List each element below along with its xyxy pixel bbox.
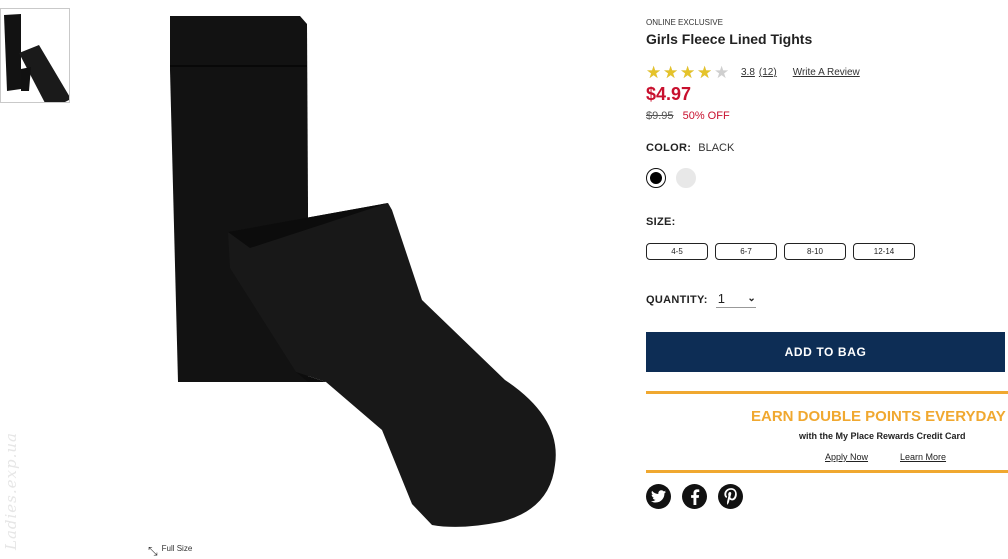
size-options: 4-5 6-7 8-10 12-14	[646, 243, 922, 260]
quantity-value: 1	[717, 291, 726, 306]
star-icon: ★★	[714, 63, 730, 82]
thumbnail-image[interactable]	[0, 8, 70, 103]
write-review-link[interactable]: Write A Review	[793, 67, 860, 78]
quantity-select[interactable]: 1 ⌄	[715, 291, 756, 308]
add-to-bag-button[interactable]: ADD TO BAG	[646, 332, 1005, 372]
color-value: BLACK	[698, 142, 735, 154]
rating-row: ★★★★★★★★★★ 3.8 (12) Write A Review	[646, 64, 860, 81]
review-count-link[interactable]: (12)	[759, 67, 777, 78]
star-icon: ★★	[697, 63, 713, 82]
discount-label: 50% OFF	[682, 110, 730, 122]
swatch-black[interactable]	[646, 168, 666, 188]
chevron-down-icon: ⌄	[747, 293, 756, 304]
expand-icon: ⤡	[148, 544, 158, 558]
pinterest-icon[interactable]	[718, 484, 743, 509]
product-details: ONLINE EXCLUSIVE Girls Fleece Lined Tigh…	[646, 0, 1008, 559]
facebook-icon[interactable]	[682, 484, 707, 509]
quantity-row: QUANTITY: 1 ⌄	[646, 291, 756, 308]
original-price: $9.95	[646, 110, 674, 122]
color-swatches	[646, 168, 706, 188]
star-rating: ★★★★★★★★★★	[646, 64, 731, 81]
quantity-label: QUANTITY:	[646, 293, 708, 306]
size-button-4-5[interactable]: 4-5	[646, 243, 708, 260]
product-title: Girls Fleece Lined Tights	[646, 31, 813, 47]
product-main-image	[150, 10, 570, 535]
color-label: COLOR:	[646, 142, 692, 154]
online-exclusive-label: ONLINE EXCLUSIVE	[646, 18, 723, 27]
promo-subline: with the My Place Rewards Credit Card	[799, 431, 966, 441]
watermark: Ladies.exp.ua	[2, 432, 20, 550]
size-button-8-10[interactable]: 8-10	[784, 243, 846, 260]
tights-image-graphic	[170, 16, 556, 527]
tights-thumbnail-graphic	[4, 14, 69, 102]
sale-price: $4.97	[646, 84, 692, 104]
star-icon: ★★	[680, 63, 696, 82]
star-icon: ★★	[663, 63, 679, 82]
social-share	[646, 484, 754, 509]
size-button-6-7[interactable]: 6-7	[715, 243, 777, 260]
twitter-icon[interactable]	[646, 484, 671, 509]
learn-more-link[interactable]: Learn More	[900, 452, 946, 462]
size-button-12-14[interactable]: 12-14	[853, 243, 915, 260]
promo-headline: EARN DOUBLE POINTS EVERYDAY	[751, 408, 1006, 425]
swatch-white[interactable]	[676, 168, 696, 188]
full-size-label: Full Size	[161, 544, 193, 553]
full-size-button[interactable]: ⤡ Full Size	[148, 544, 192, 559]
original-price-row: $9.95 50% OFF	[646, 110, 730, 122]
rating-value-link[interactable]: 3.8	[741, 67, 755, 78]
star-icon: ★★	[646, 63, 662, 82]
size-label: SIZE:	[646, 216, 676, 228]
color-row: COLOR: BLACK	[646, 142, 734, 154]
apply-now-link[interactable]: Apply Now	[825, 452, 868, 462]
rewards-promo: EARN DOUBLE POINTS EVERYDAY with the My …	[646, 391, 1008, 473]
